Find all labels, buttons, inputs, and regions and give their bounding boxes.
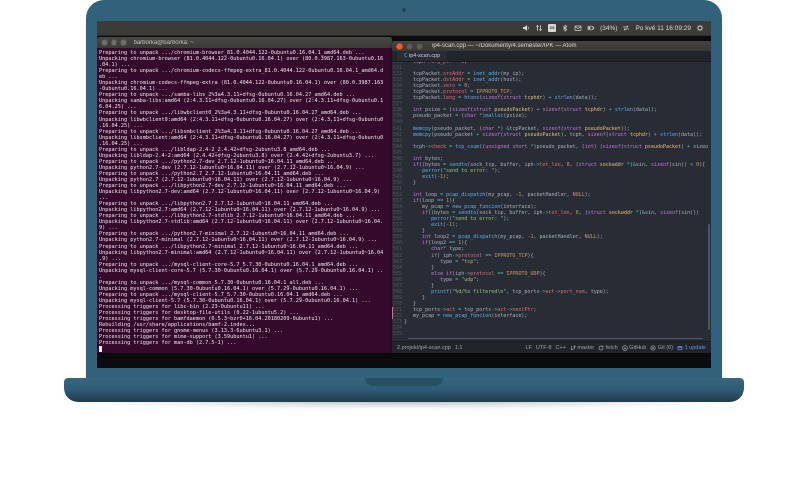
atom-maximize-button[interactable] xyxy=(416,42,423,50)
atom-titlebar[interactable]: ip4-scan.cpp — ~/Dokumenty/4.semester/IP… xyxy=(392,41,711,51)
laptop-lid: cs (34%) Po kvě 11 16:09:29 barborka@bar… xyxy=(86,0,722,378)
tab-label: ip4-scan.cpp xyxy=(409,53,441,59)
status-line-ending[interactable]: LF xyxy=(526,345,532,351)
battery-icon[interactable] xyxy=(587,24,595,32)
bluetooth-icon[interactable] xyxy=(561,24,569,32)
c-file-icon: C xyxy=(404,53,408,59)
atom-window: ip4-scan.cpp — ~/Dokumenty/4.semester/IP… xyxy=(392,41,711,353)
atom-minimize-button[interactable] xyxy=(406,42,413,50)
volume-icon[interactable] xyxy=(522,24,530,32)
status-cursor-position[interactable]: 1:1 xyxy=(455,345,463,351)
terminal-cursor xyxy=(99,346,102,352)
terminal-minimize-button[interactable] xyxy=(110,39,117,46)
layout-arrows-icon[interactable] xyxy=(622,24,630,32)
github-icon xyxy=(621,344,628,351)
status-git-branch[interactable]: master xyxy=(570,345,594,351)
laptop-base-notch xyxy=(365,378,443,386)
atom-tab-bar: C ip4-scan.cpp xyxy=(392,51,711,62)
status-github[interactable]: GitHub xyxy=(621,344,646,351)
atom-title: ip4-scan.cpp — ~/Dokumenty/4.semester/IP… xyxy=(432,43,577,49)
atom-close-button[interactable] xyxy=(396,42,403,50)
status-file-path: 2.projekt/ip4-scan.cpp xyxy=(397,344,451,351)
terminal-titlebar[interactable]: barborka@barborka: ~ xyxy=(97,37,392,48)
terminal-maximize-button[interactable] xyxy=(120,39,127,46)
clock[interactable]: Po kvě 11 16:09:29 xyxy=(635,25,691,32)
package-icon xyxy=(677,345,683,351)
horizontal-scrollbar[interactable] xyxy=(408,337,703,339)
status-git-changes[interactable]: Git (0) xyxy=(650,345,673,351)
terminal-window: barborka@barborka: ~ Preparing to unpack… xyxy=(97,37,392,353)
git-icon xyxy=(650,344,656,351)
webcam-dot xyxy=(402,8,406,12)
screen: cs (34%) Po kvě 11 16:09:29 barborka@bar… xyxy=(97,21,711,368)
status-grammar[interactable]: C++ xyxy=(556,345,566,351)
session-gear-icon[interactable] xyxy=(696,24,704,32)
branch-icon xyxy=(570,345,576,351)
vertical-scrollbar[interactable] xyxy=(708,223,710,330)
terminal-close-button[interactable] xyxy=(101,39,108,46)
atom-status-bar: 2.projekt/ip4-scan.cpp 1:1 LF UTF-8 C++ … xyxy=(392,341,711,353)
mail-icon[interactable] xyxy=(574,24,582,32)
status-fetch[interactable]: fetch xyxy=(598,345,618,351)
code-row: 575 xyxy=(393,331,403,338)
code-editor[interactable]: 530 tcph->urg_ptr = 0; 531 532 tcpPacket.s… xyxy=(392,62,711,341)
network-arrows-icon[interactable] xyxy=(535,24,543,32)
code-lines: 530 tcph->urg_ptr = 0; 531 532 tcpPacket.s… xyxy=(392,62,711,337)
keyboard-layout-indicator[interactable]: cs xyxy=(548,24,557,32)
top-panel: cs (34%) Po kvě 11 16:09:29 xyxy=(97,21,711,36)
laptop-base xyxy=(64,378,744,402)
status-updates[interactable]: 1 update xyxy=(677,345,706,351)
terminal-output[interactable]: Preparing to unpack .../chromium-browser… xyxy=(97,48,392,353)
status-encoding[interactable]: UTF-8 xyxy=(536,345,552,351)
terminal-title: barborka@barborka: ~ xyxy=(133,39,194,46)
battery-percentage: (34%) xyxy=(600,24,618,32)
tab-ip4-scan-cpp[interactable]: C ip4-scan.cpp xyxy=(397,51,448,61)
sync-icon xyxy=(598,345,604,351)
